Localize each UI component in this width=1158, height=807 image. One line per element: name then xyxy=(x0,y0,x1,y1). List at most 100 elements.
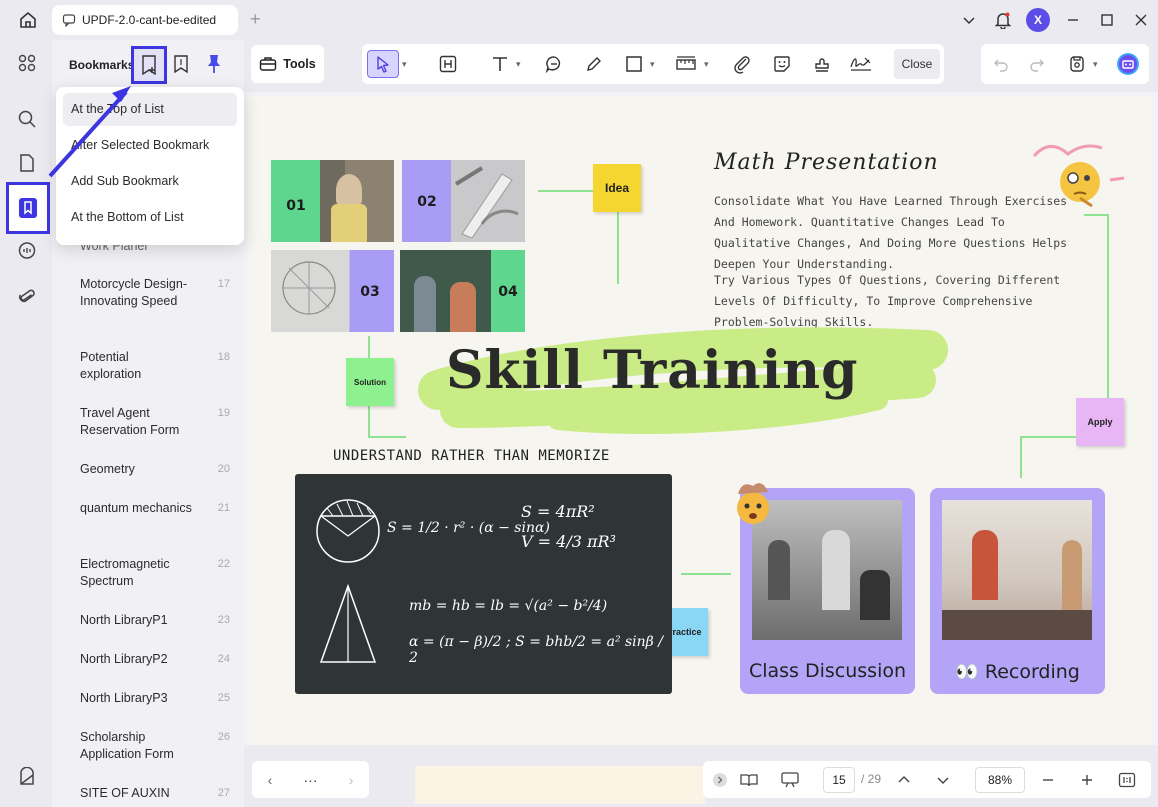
prev-button[interactable]: ‹ xyxy=(268,772,273,788)
text-tool-button[interactable] xyxy=(486,50,514,78)
next-button[interactable]: › xyxy=(349,772,354,788)
pencil-tool-button[interactable] xyxy=(580,50,608,78)
redo-button[interactable] xyxy=(1025,50,1049,78)
actual-size-button[interactable] xyxy=(1116,769,1138,791)
recording-photo xyxy=(942,500,1092,640)
user-avatar[interactable]: X xyxy=(1026,8,1050,32)
chevron-down-icon: ▾ xyxy=(650,58,655,69)
more-button[interactable]: ··· xyxy=(304,772,318,788)
text-tool-dropdown[interactable]: ▾ xyxy=(516,50,521,78)
connector-line xyxy=(681,573,731,575)
highlight-tool-button[interactable] xyxy=(434,50,462,78)
bookmark-icon xyxy=(19,198,37,218)
maximize-icon xyxy=(1101,14,1113,26)
pin-icon xyxy=(208,55,220,73)
list-item[interactable]: Travel Agent Reservation Form 19 xyxy=(80,405,230,439)
ruler-icon xyxy=(676,56,696,70)
reading-mode-button[interactable] xyxy=(738,769,760,791)
shape-tool-button[interactable] xyxy=(620,50,648,78)
zoom-in-button[interactable] xyxy=(1076,769,1098,791)
list-item[interactable]: North LibraryP3 25 xyxy=(80,690,230,707)
next-page-button[interactable] xyxy=(932,769,954,791)
thumbnail-strip[interactable] xyxy=(415,766,705,804)
thumbnails-button[interactable] xyxy=(12,48,42,78)
save-button[interactable] xyxy=(1065,50,1089,78)
recording-label: 👀 Recording xyxy=(955,661,1080,683)
list-item[interactable]: quantum mechanics 21 xyxy=(80,500,230,517)
presentation-button[interactable] xyxy=(779,769,801,791)
list-item[interactable]: Potential exploration 18 xyxy=(80,349,230,383)
minimize-button[interactable] xyxy=(1056,0,1090,40)
save-dropdown[interactable]: ▾ xyxy=(1093,50,1098,78)
tools-button[interactable]: Tools xyxy=(251,45,324,83)
plus-icon xyxy=(1082,775,1092,785)
page-number-input[interactable]: 15 xyxy=(823,767,855,793)
connector-line xyxy=(368,406,370,438)
pin-panel-button[interactable] xyxy=(205,53,223,80)
paperclip-icon xyxy=(734,56,750,74)
formula-chalkboard: S = 1/2 · r² · (α − sinα) S = 4πR² V = 4… xyxy=(295,474,672,694)
attach-tool-button[interactable] xyxy=(728,50,756,78)
menu-item-bottom-of-list[interactable]: At the Bottom of List xyxy=(63,201,237,234)
document-tab[interactable]: UPDF-2.0-cant-be-edited xyxy=(52,5,238,35)
add-bookmark-button[interactable] xyxy=(131,46,167,84)
sticker-tool-button[interactable] xyxy=(768,50,796,78)
list-item[interactable]: North LibraryP2 24 xyxy=(80,651,230,668)
list-item[interactable]: Geometry 20 xyxy=(80,461,230,478)
subtitle-understand: UNDERSTAND RATHER THAN MEMORIZE xyxy=(333,448,610,464)
measure-tool-button[interactable] xyxy=(672,50,700,78)
collapse-button[interactable] xyxy=(709,769,731,791)
stamp-tool-button[interactable] xyxy=(808,50,836,78)
undo-button[interactable] xyxy=(989,50,1013,78)
list-item[interactable]: Electromagnetic Spectrum 22 xyxy=(80,556,230,590)
notifications-button[interactable] xyxy=(986,0,1020,40)
chevron-down-icon: ▾ xyxy=(1093,58,1098,69)
recording-card: 👀 Recording xyxy=(930,488,1105,694)
math-presentation-title: Math Presentation xyxy=(714,150,939,175)
comment-tool-button[interactable] xyxy=(540,50,568,78)
shape-tool-dropdown[interactable]: ▾ xyxy=(650,50,655,78)
ai-assistant-button[interactable] xyxy=(1115,50,1141,78)
comment-icon xyxy=(62,14,76,27)
book-icon xyxy=(740,774,758,787)
pencil-icon xyxy=(587,57,601,71)
select-tool-button[interactable] xyxy=(367,50,399,78)
text-icon xyxy=(493,57,507,71)
comments-button[interactable] xyxy=(12,236,42,266)
bookmark-options-button[interactable] xyxy=(173,54,189,79)
chevron-down-icon xyxy=(937,777,949,784)
menu-item-top-of-list[interactable]: At the Top of List xyxy=(63,93,237,126)
presentation-icon xyxy=(781,772,799,788)
list-item[interactable]: North LibraryP1 23 xyxy=(80,612,230,629)
select-tool-dropdown[interactable]: ▾ xyxy=(402,50,407,78)
menu-item-sub-bookmark[interactable]: Add Sub Bookmark xyxy=(63,165,237,198)
tabs-dropdown-button[interactable] xyxy=(952,0,986,40)
bookmark-icon xyxy=(174,55,188,74)
close-window-button[interactable] xyxy=(1124,0,1158,40)
bookmarks-rail-button[interactable] xyxy=(6,182,50,234)
attachments-button[interactable] xyxy=(12,282,42,312)
search-button[interactable] xyxy=(12,104,42,134)
connector-line xyxy=(368,336,370,358)
maximize-button[interactable] xyxy=(1090,0,1124,40)
title-bar: UPDF-2.0-cant-be-edited + X xyxy=(0,0,1158,40)
chevron-down-icon: ▾ xyxy=(704,58,709,69)
list-item[interactable]: Scholarship Application Form 26 xyxy=(80,729,230,763)
prev-page-button[interactable] xyxy=(893,769,915,791)
close-tools-button[interactable]: Close xyxy=(894,49,940,79)
connector-line xyxy=(617,212,619,284)
list-item[interactable]: SITE OF AUXIN 27 xyxy=(80,785,230,802)
measure-tool-dropdown[interactable]: ▾ xyxy=(704,50,709,78)
pages-button[interactable] xyxy=(12,148,42,178)
home-button[interactable] xyxy=(14,8,42,32)
menu-item-after-selected[interactable]: After Selected Bookmark xyxy=(63,129,237,162)
signature-tool-button[interactable] xyxy=(846,50,876,78)
zoom-input[interactable]: 88% xyxy=(975,767,1025,793)
layers-button[interactable] xyxy=(12,762,42,792)
zoom-out-button[interactable] xyxy=(1037,769,1059,791)
highlight-icon xyxy=(439,55,457,73)
list-item[interactable]: Motorcycle Design-Innovating Speed 17 xyxy=(80,276,230,310)
sticky-solution: Solution xyxy=(346,358,394,406)
new-tab-button[interactable]: + xyxy=(250,9,261,30)
page-icon xyxy=(20,154,34,172)
